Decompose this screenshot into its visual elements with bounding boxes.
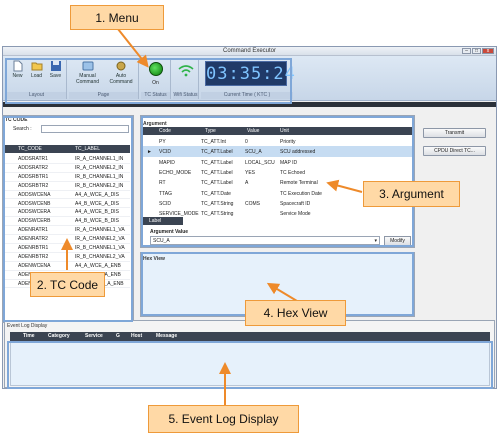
maximize-button[interactable]: □ (472, 48, 481, 54)
log-col-host: Host (131, 333, 143, 339)
transmit-button[interactable]: Transmit (423, 128, 486, 138)
event-log-header: Time Category Service G Host Message (10, 332, 490, 341)
event-log-highlight (7, 341, 493, 389)
log-col-g: G (116, 333, 120, 339)
log-col-time: Time (23, 333, 35, 339)
log-col-service: Service (85, 333, 103, 339)
callout-menu: 1. Menu (70, 5, 164, 30)
log-col-category: Category (48, 333, 70, 339)
window-controls: – □ x (462, 48, 494, 54)
title-bar: Command Executor – □ x (3, 47, 496, 56)
callout-argument: 3. Argument (363, 181, 460, 207)
callout-event-log: 5. Event Log Display (148, 405, 299, 433)
callout-tc-code: 2. TC Code (30, 272, 105, 297)
cpdu-direct-tc-button[interactable]: CPDU Direct TC... (423, 146, 486, 156)
callout-hex-view: 4. Hex View (245, 300, 346, 326)
event-log-title: Event Log Display (7, 323, 48, 329)
log-col-message: Message (156, 333, 178, 339)
window-title: Command Executor (222, 48, 277, 54)
menu-highlight (5, 58, 292, 104)
close-button[interactable]: x (482, 48, 494, 54)
minimize-button[interactable]: – (462, 48, 471, 54)
